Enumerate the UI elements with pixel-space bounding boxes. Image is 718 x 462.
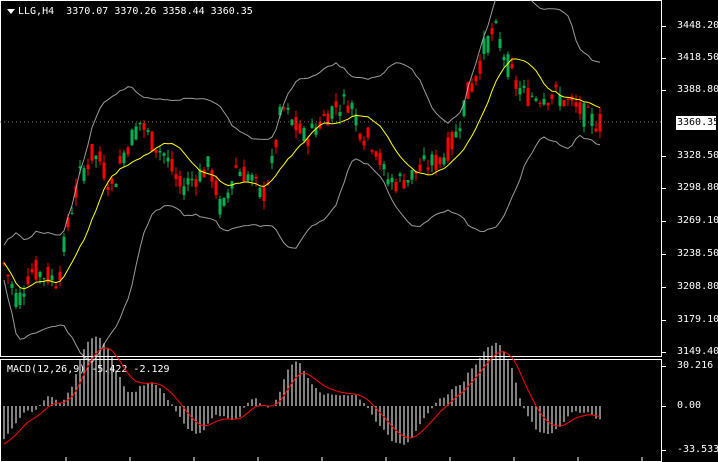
price-axis[interactable]: 3448.20 3418.50 3388.80 3328.50 3298.80 … bbox=[662, 0, 718, 357]
price-tick: 3328.50 bbox=[662, 150, 718, 162]
macd-axis[interactable]: 30.216 0.00 -33.533 bbox=[662, 359, 718, 462]
price-tick: 3238.50 bbox=[662, 248, 718, 260]
macd-tick: -33.533 bbox=[662, 444, 718, 456]
price-tick: 3208.80 bbox=[662, 281, 718, 293]
price-tick: 3388.80 bbox=[662, 84, 718, 96]
price-tick: 3448.20 bbox=[662, 20, 718, 32]
price-tick: 3149.40 bbox=[662, 346, 718, 358]
macd-tick: 0.00 bbox=[662, 400, 718, 412]
price-tick: 3298.80 bbox=[662, 182, 718, 194]
price-tick: 3418.50 bbox=[662, 52, 718, 64]
current-price-badge: 3360.35 bbox=[676, 116, 718, 130]
price-tick: 3179.10 bbox=[662, 314, 718, 326]
macd-tick: 30.216 bbox=[662, 360, 718, 372]
price-tick: 3269.10 bbox=[662, 215, 718, 227]
chart-canvas bbox=[0, 0, 662, 462]
